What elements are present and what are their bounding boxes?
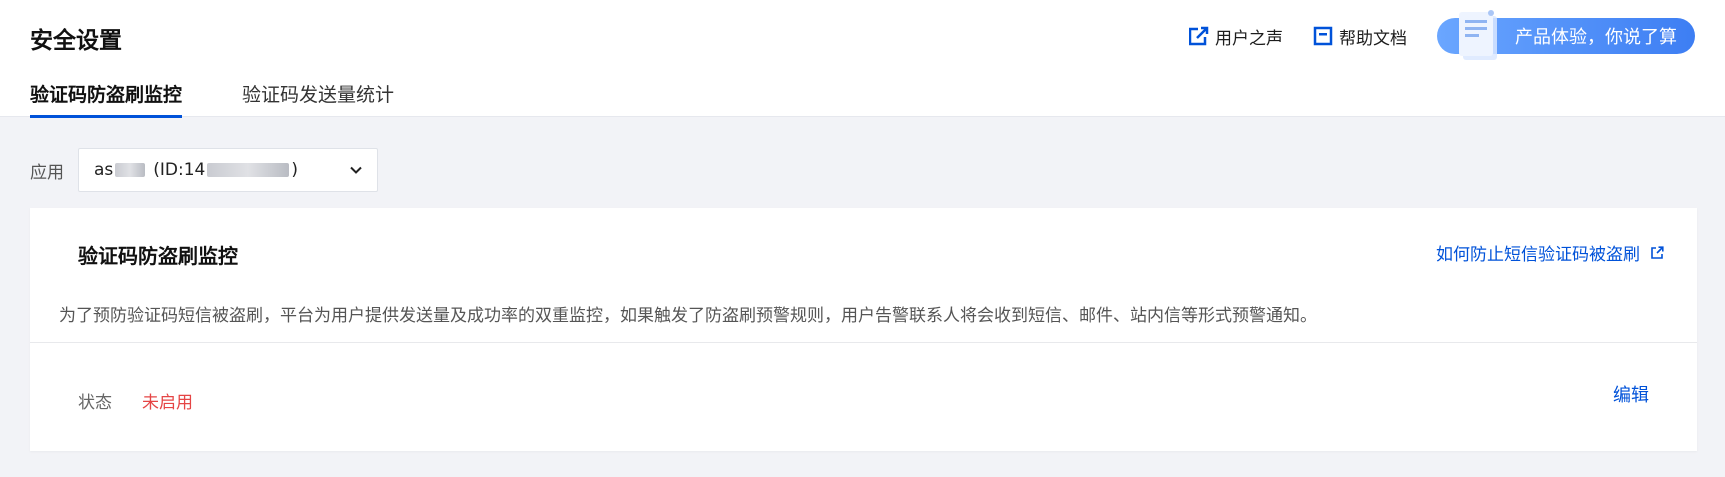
- document-icon: [1313, 26, 1333, 46]
- app-name-prefix: as: [94, 160, 114, 180]
- edit-button[interactable]: 编辑: [1613, 381, 1649, 407]
- tab-bar: 验证码防盗刷监控 验证码发送量统计: [30, 80, 394, 118]
- app-select-value: as (ID:14 ): [94, 160, 298, 180]
- top-bar: 安全设置 验证码防盗刷监控 验证码发送量统计 用户之声 帮助文档 产品体验，你说…: [0, 0, 1725, 118]
- app-selector-row: 应用 as (ID:14 ): [30, 148, 378, 192]
- help-docs-label: 帮助文档: [1339, 28, 1407, 49]
- app-label: 应用: [30, 162, 64, 183]
- app-value-suffix: ): [291, 160, 299, 180]
- card-description: 为了预防验证码短信被盗刷，平台为用户提供发送量及成功率的双重监控，如果触发了防盗…: [59, 306, 1317, 326]
- app-id-prefix: (ID:14: [153, 160, 206, 180]
- external-edit-icon: [1189, 26, 1209, 46]
- page-title: 安全设置: [30, 28, 122, 54]
- status-label: 状态: [78, 393, 112, 413]
- redacted-app-name: [115, 163, 146, 177]
- chevron-down-icon: [350, 166, 362, 174]
- status-row: 状态 未启用: [78, 388, 193, 413]
- help-article-link[interactable]: 如何防止短信验证码被盗刷: [1436, 240, 1664, 265]
- help-docs-link[interactable]: 帮助文档: [1313, 24, 1407, 49]
- anti-fraud-card: 验证码防盗刷监控 如何防止短信验证码被盗刷 为了预防验证码短信被盗刷，平台为用户…: [30, 208, 1697, 451]
- top-links: 用户之声 帮助文档 产品体验，你说了算: [1189, 10, 1695, 60]
- tab-anti-fraud-monitor[interactable]: 验证码防盗刷监控: [30, 80, 183, 118]
- product-feedback-button[interactable]: 产品体验，你说了算: [1437, 10, 1695, 60]
- card-title: 验证码防盗刷监控: [78, 244, 238, 268]
- user-voice-link[interactable]: 用户之声: [1189, 24, 1283, 49]
- redacted-app-id: [207, 163, 290, 177]
- product-feedback-label: 产品体验，你说了算: [1515, 27, 1677, 48]
- user-voice-label: 用户之声: [1215, 28, 1283, 49]
- app-select-dropdown[interactable]: as (ID:14 ): [78, 148, 378, 192]
- feedback-document-icon: [1459, 10, 1497, 60]
- tab-send-volume-stats[interactable]: 验证码发送量统计: [242, 80, 394, 116]
- external-link-icon: [1651, 245, 1664, 259]
- status-value: 未启用: [142, 393, 193, 413]
- help-article-label: 如何防止短信验证码被盗刷: [1436, 245, 1640, 265]
- card-divider: [30, 342, 1697, 343]
